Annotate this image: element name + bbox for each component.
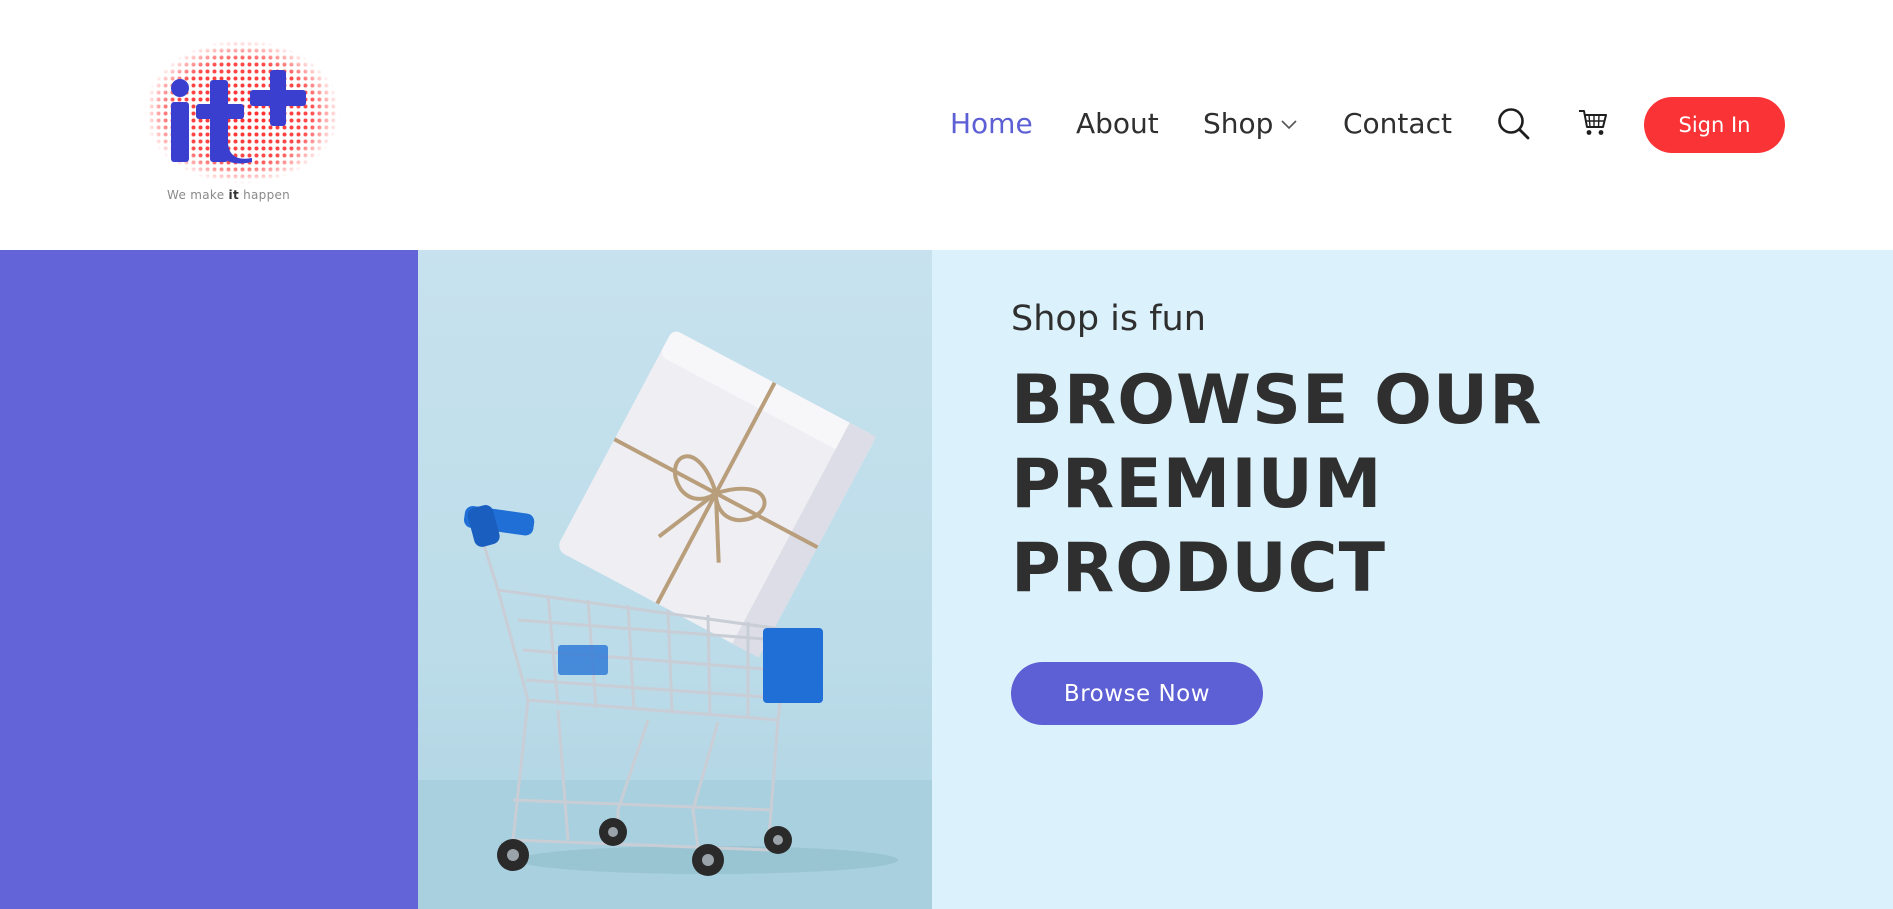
hero-text: Shop is fun BROWSE OUR PREMIUM PRODUCT bbox=[1011, 295, 1811, 611]
sign-in-button[interactable]: Sign In bbox=[1644, 97, 1785, 153]
cart-icon[interactable] bbox=[1578, 109, 1608, 137]
chevron-down-icon bbox=[1281, 120, 1298, 130]
nav-item-home[interactable]: Home bbox=[950, 107, 1033, 140]
site-header: We make it happen Home About Shop Contac… bbox=[0, 0, 1893, 250]
nav-item-contact[interactable]: Contact bbox=[1343, 107, 1452, 140]
browse-now-button[interactable]: Browse Now bbox=[1011, 662, 1263, 725]
hero-subtitle: Shop is fun bbox=[1011, 299, 1206, 339]
shopping-cart-gift-illustration bbox=[418, 331, 932, 909]
hero-banner: Shop is fun BROWSE OUR PREMIUM PRODUCT B… bbox=[0, 250, 1893, 909]
nav-item-shop[interactable]: Shop bbox=[1203, 107, 1298, 140]
logo-tagline: We make it happen bbox=[167, 188, 291, 202]
main-nav: Home About Shop Contact Sign In bbox=[0, 97, 1893, 153]
nav-item-shop-label: Shop bbox=[1203, 107, 1274, 140]
search-icon[interactable] bbox=[1497, 107, 1531, 141]
hero-image bbox=[418, 250, 932, 909]
hero-title: BROWSE OUR PREMIUM PRODUCT bbox=[1011, 361, 1543, 608]
hero-accent-panel bbox=[0, 250, 418, 909]
nav-item-about[interactable]: About bbox=[1076, 107, 1159, 140]
